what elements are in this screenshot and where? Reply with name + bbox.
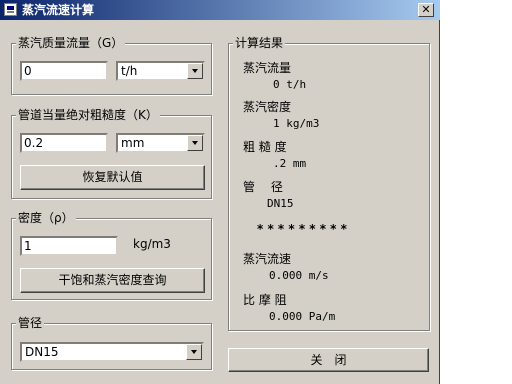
roughness-unit-select[interactable]: mm: [116, 133, 205, 153]
density-unit-label: kg/m3: [133, 237, 171, 251]
reset-default-button[interactable]: 恢复默认值: [20, 165, 205, 190]
result-flow-value: 0 t/h: [273, 78, 307, 91]
saturated-steam-density-lookup-button[interactable]: 干饱和蒸汽密度查询: [20, 268, 205, 293]
title-bar[interactable]: 蒸汽流速计算 ✕: [0, 0, 440, 20]
results-group: 计算结果 蒸汽流量 0 t/h 蒸汽密度 1 kg/m3 粗 糙 度 .2 mm…: [228, 36, 430, 331]
result-flow-label: 蒸汽流量: [243, 61, 292, 75]
result-friction-label: 比 摩 阻: [243, 293, 287, 307]
pipe-size-value: DN15: [25, 345, 59, 359]
pipe-size-select[interactable]: DN15: [20, 342, 204, 362]
result-separator: * * * * * * * * *: [257, 222, 347, 236]
mass-flow-unit-select[interactable]: t/h: [116, 61, 205, 81]
roughness-input[interactable]: 0.2: [20, 133, 108, 153]
result-velocity-label: 蒸汽流速: [243, 252, 292, 266]
window-close-button[interactable]: ✕: [418, 3, 434, 17]
result-density-label: 蒸汽密度: [243, 100, 292, 114]
mass-flow-input[interactable]: 0: [20, 61, 108, 81]
window-title: 蒸汽流速计算: [22, 3, 95, 17]
calculator-window: 蒸汽流速计算 ✕ 蒸汽质量流量（G） 0 t/h 管道当量绝对粗糙度（K） 0.…: [0, 0, 440, 384]
close-button[interactable]: 关 闭: [228, 348, 429, 372]
roughness-group: 管道当量绝对粗糙度（K） 0.2 mm 恢复默认值: [11, 108, 212, 199]
result-pipe-label: 管 径: [243, 180, 283, 194]
density-group: 密度（ρ） 1 kg/m3 干饱和蒸汽密度查询: [11, 211, 212, 300]
result-density-value: 1 kg/m3: [273, 117, 320, 130]
results-group-title: 计算结果: [233, 36, 286, 50]
result-pipe-value: DN15: [267, 197, 294, 210]
density-group-title: 密度（ρ）: [16, 211, 76, 225]
chevron-down-icon[interactable]: [186, 344, 202, 360]
result-velocity-value: 0.000 m/s: [269, 269, 329, 282]
app-icon[interactable]: [4, 3, 17, 16]
mass-flow-unit-value: t/h: [121, 64, 138, 78]
result-roughness-label: 粗 糙 度: [243, 140, 287, 154]
mass-flow-group-title: 蒸汽质量流量（G）: [16, 36, 126, 50]
roughness-unit-value: mm: [121, 136, 145, 150]
mass-flow-group: 蒸汽质量流量（G） 0 t/h: [11, 36, 212, 95]
result-roughness-value: .2 mm: [273, 157, 307, 170]
pipe-size-group: 管径 DN15: [11, 316, 212, 370]
density-input[interactable]: 1: [20, 236, 118, 256]
chevron-down-icon[interactable]: [187, 63, 203, 79]
pipe-size-group-title: 管径: [16, 316, 45, 330]
chevron-down-icon[interactable]: [187, 135, 203, 151]
result-friction-value: 0.000 Pa/m: [269, 310, 336, 323]
roughness-group-title: 管道当量绝对粗糙度（K）: [16, 108, 160, 122]
close-icon: ✕: [421, 3, 431, 16]
